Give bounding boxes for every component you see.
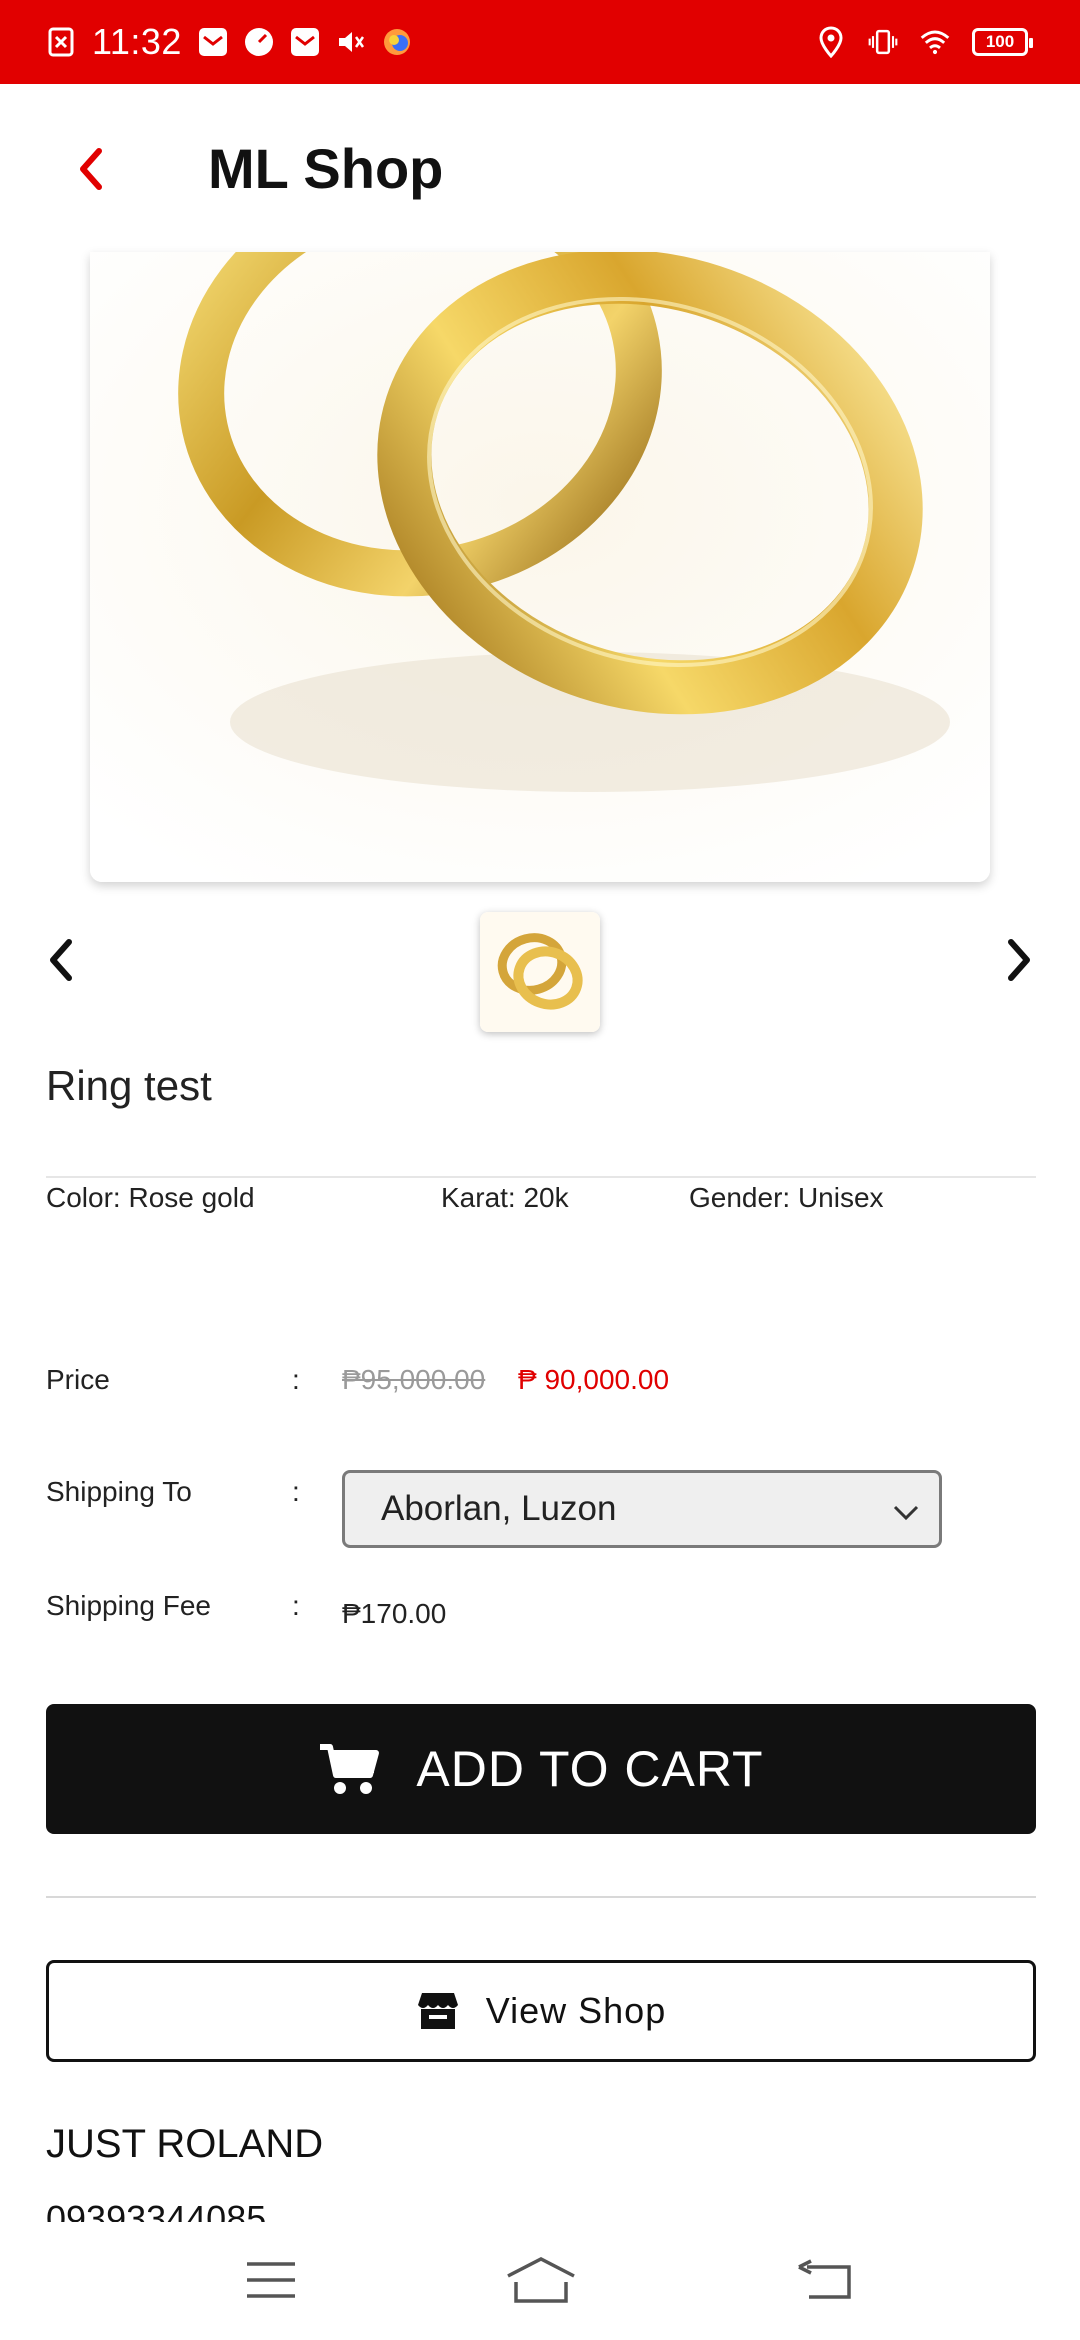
menu-button[interactable] bbox=[236, 2250, 306, 2310]
system-navigation-bar bbox=[0, 2222, 1080, 2340]
sale-price: ₱ 90,000.00 bbox=[518, 1364, 670, 1395]
close-notification-icon bbox=[46, 26, 76, 58]
seller-name: JUST ROLAND bbox=[46, 2122, 324, 2166]
gallery-prev-button[interactable] bbox=[30, 930, 90, 990]
shipping-fee-colon: : bbox=[292, 1590, 300, 1621]
back-nav-icon bbox=[798, 2259, 851, 2299]
speed-icon bbox=[244, 26, 274, 58]
chevron-right-icon bbox=[1008, 939, 1030, 981]
mail-icon bbox=[198, 26, 228, 58]
shipping-fee-value: ₱170.00 bbox=[342, 1598, 447, 1629]
product-karat: Karat: 20k bbox=[441, 1182, 569, 1213]
wifi-icon bbox=[920, 26, 950, 58]
cart-icon bbox=[320, 1744, 380, 1794]
app-bar: ML Shop bbox=[0, 84, 1080, 252]
back-nav-button[interactable] bbox=[790, 2250, 860, 2310]
divider bbox=[46, 1176, 1036, 1178]
seller-phone-clip: 09393344085 bbox=[46, 2196, 266, 2222]
gallery-next-button[interactable] bbox=[990, 930, 1050, 990]
view-shop-button[interactable]: View Shop bbox=[46, 1960, 1036, 2062]
product-gender: Gender: Unisex bbox=[689, 1182, 884, 1213]
status-left: 11:32 bbox=[46, 18, 412, 66]
battery-level: 100 bbox=[985, 32, 1015, 51]
status-time: 11:32 bbox=[92, 21, 182, 62]
menu-icon bbox=[247, 2262, 295, 2298]
add-to-cart-label: ADD TO CART bbox=[416, 1741, 764, 1797]
status-bar: 11:32 100 bbox=[0, 0, 1080, 84]
chevron-left-icon bbox=[80, 148, 102, 190]
shipping-fee-label: Shipping Fee bbox=[46, 1590, 212, 1621]
add-to-cart-button[interactable]: ADD TO CART bbox=[46, 1704, 1036, 1834]
price-label: Price bbox=[46, 1364, 110, 1395]
gallery-thumbnail[interactable] bbox=[480, 912, 600, 1032]
shipping-location-select[interactable]: Aborlan, Luzon bbox=[342, 1470, 942, 1548]
old-price: ₱95,000.00 bbox=[342, 1364, 486, 1395]
chevron-down-icon bbox=[893, 1505, 919, 1521]
shipping-location-value: Aborlan, Luzon bbox=[381, 1489, 617, 1528]
location-icon bbox=[816, 26, 846, 58]
view-shop-label: View Shop bbox=[485, 1990, 667, 2031]
shipping-to-label: Shipping To bbox=[46, 1476, 192, 1507]
battery-icon: 100 bbox=[972, 28, 1033, 56]
store-icon bbox=[417, 1993, 458, 2029]
page-title: ML Shop bbox=[208, 137, 444, 200]
back-button[interactable] bbox=[60, 134, 120, 204]
price-colon: : bbox=[292, 1364, 300, 1395]
home-icon bbox=[507, 2257, 575, 2303]
seller-phone: 09393344085 bbox=[46, 2198, 267, 2222]
home-button[interactable] bbox=[506, 2250, 576, 2310]
product-image[interactable] bbox=[90, 252, 990, 882]
product-color: Color: Rose gold bbox=[46, 1182, 255, 1213]
status-right: 100 bbox=[816, 18, 1033, 66]
product-name: Ring test bbox=[46, 1062, 212, 1109]
mute-icon bbox=[336, 26, 366, 58]
divider bbox=[46, 1896, 1036, 1898]
browser-icon bbox=[382, 26, 412, 58]
vibrate-icon bbox=[868, 26, 898, 58]
mail-icon bbox=[290, 26, 320, 58]
shipping-to-colon: : bbox=[292, 1476, 300, 1507]
chevron-left-icon bbox=[50, 939, 72, 981]
